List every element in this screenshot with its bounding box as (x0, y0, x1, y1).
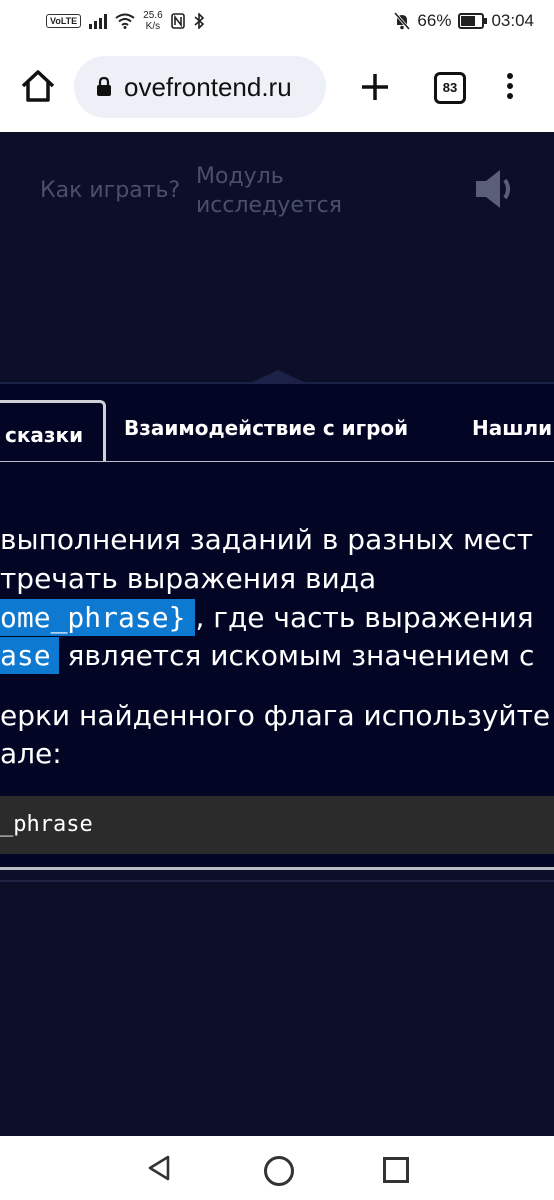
text-line-4: ase является искомым значением с (0, 637, 535, 674)
status-bar: VoLTE 25.6 K/s 66% 03:04 (0, 0, 554, 44)
wifi-icon (115, 13, 135, 29)
tab-strip-notch (248, 370, 308, 384)
tab-hints[interactable]: сказки (0, 400, 106, 461)
content-divider (0, 867, 554, 870)
lock-icon (97, 76, 111, 96)
status-right: 66% 03:04 (394, 11, 534, 31)
text-line-3-rest: , где часть выражения (195, 601, 534, 634)
browser-toolbar: ovefrontend.ru 83 (0, 44, 554, 132)
inline-code-flag: ome_phrase} (0, 599, 196, 636)
network-speed: 25.6 K/s (143, 10, 162, 32)
plus-icon[interactable] (360, 72, 390, 102)
speed-value: 25.6 (143, 10, 163, 21)
module-status: Модуль исследуется (196, 162, 342, 220)
code-block: _phrase (0, 796, 554, 854)
battery-percent: 66% (417, 11, 452, 30)
tab-switcher-button[interactable]: 83 (434, 72, 466, 104)
tab-strip: сказки Взаимодействие с игрой Нашли (0, 370, 554, 464)
module-status-line2: исследуется (196, 193, 342, 218)
home-circle-icon[interactable] (264, 1156, 294, 1186)
text-line-3: ome_phrase}, где часть выражения (0, 599, 534, 636)
menu-icon[interactable] (500, 70, 520, 104)
bluetooth-icon (194, 13, 204, 29)
content-panel: выполнения заданий в разных мест тречать… (0, 462, 554, 867)
nfc-icon (170, 13, 185, 29)
text-line-2: тречать выражения вида (0, 562, 377, 595)
home-icon[interactable] (18, 66, 58, 106)
clock: 03:04 (491, 11, 534, 30)
status-left: VoLTE 25.6 K/s (46, 10, 205, 32)
tab-found[interactable]: Нашли (472, 416, 552, 440)
tab-hints-label: сказки (5, 423, 84, 447)
address-bar[interactable]: ovefrontend.ru (74, 56, 326, 118)
recent-apps-icon[interactable] (383, 1157, 409, 1183)
text-line-1: выполнения заданий в разных мест (0, 523, 534, 556)
code-block-text: _phrase (0, 812, 93, 837)
battery-icon (458, 13, 488, 29)
text-line-6: але: (0, 737, 62, 770)
system-nav-bar (0, 1136, 554, 1200)
mute-icon (394, 12, 411, 30)
text-line-5: ерки найденного флага используйте (0, 699, 551, 732)
tab-game-interaction[interactable]: Взаимодействие с игрой (124, 416, 408, 440)
speaker-icon[interactable] (474, 166, 518, 212)
signal-icon (89, 13, 108, 29)
back-icon[interactable] (146, 1154, 172, 1182)
speed-unit: K/s (145, 21, 161, 32)
volte-badge: VoLTE (46, 14, 82, 28)
module-status-line1: Модуль (196, 164, 284, 189)
content-divider-glow (0, 880, 554, 882)
how-to-play-link[interactable]: Как играть? (40, 178, 180, 203)
inline-code-phrase: ase (0, 637, 59, 674)
web-page: Как играть? Модуль исследуется сказки Вз… (0, 132, 554, 1136)
text-line-4-rest: является искомым значением с (67, 639, 535, 672)
url-text: ovefrontend.ru (124, 72, 292, 102)
